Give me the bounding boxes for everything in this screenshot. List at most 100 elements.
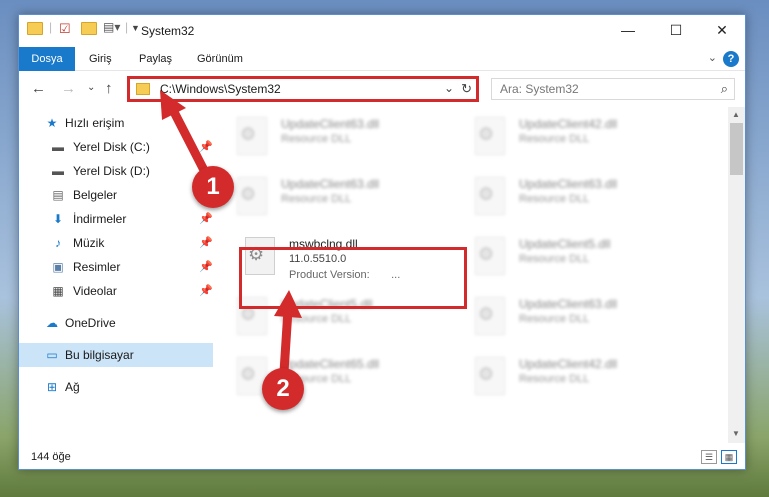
- sidebar-item-label: Hızlı erişim: [65, 116, 125, 130]
- quick-access-toolbar-icon[interactable]: ▤▾: [103, 20, 120, 34]
- file-item[interactable]: ⚙ UpdateClient42.dll Resource DLL: [469, 351, 699, 405]
- sidebar-item-label: Belgeler: [73, 188, 118, 202]
- pin-icon: 📌: [199, 237, 213, 249]
- file-name: UpdateClient63.dll: [519, 177, 618, 191]
- explorer-window: | ☑ ▤▾ | ▼ System32 — ☐ ✕ Dosya Giriş Pa…: [18, 14, 746, 470]
- scroll-down-icon[interactable]: ▼: [732, 429, 740, 438]
- new-folder-icon[interactable]: [81, 22, 97, 35]
- star-icon: ★: [46, 116, 58, 130]
- highlight-box-address: [127, 76, 479, 102]
- properties-icon[interactable]: ☑: [59, 21, 71, 37]
- sidebar-item-label: OneDrive: [65, 316, 116, 330]
- toolbar-dropdown-icon[interactable]: ▼: [131, 23, 140, 33]
- sidebar-item-quick-access[interactable]: ★ Hızlı erişim: [19, 111, 213, 135]
- file-item[interactable]: ⚙ UpdateClient63.dll Resource DLL: [469, 291, 699, 345]
- expand-ribbon-icon[interactable]: ⌄: [708, 51, 717, 64]
- sidebar-item-label: Yerel Disk (D:): [73, 164, 150, 178]
- file-type: Resource DLL: [281, 133, 352, 145]
- sidebar-item-pictures[interactable]: ▣ Resimler 📌: [19, 255, 213, 279]
- drive-icon: ▬: [52, 140, 64, 154]
- back-button[interactable]: ←: [31, 80, 46, 97]
- maximize-button[interactable]: ☐: [653, 15, 699, 45]
- pin-icon: 📌: [199, 213, 213, 225]
- search-placeholder: Ara: System32: [500, 82, 579, 96]
- separator: |: [49, 20, 53, 34]
- file-name: UpdateClient65.dll: [281, 357, 380, 371]
- file-item[interactable]: ⚙ UpdateClient5.dll Resource DLL: [469, 231, 699, 285]
- file-name: UpdateClient5.dll: [519, 237, 611, 251]
- file-type: Resource DLL: [519, 133, 590, 145]
- gear-icon: ⚙: [478, 184, 495, 204]
- sidebar-item-local-disk-c[interactable]: ▬ Yerel Disk (C:) 📌: [19, 135, 213, 159]
- file-name: UpdateClient63.dll: [519, 297, 618, 311]
- file-type: Resource DLL: [281, 193, 352, 205]
- gear-icon: ⚙: [478, 304, 495, 324]
- forward-button[interactable]: →: [61, 80, 76, 97]
- vertical-scrollbar[interactable]: ▲ ▼: [728, 107, 745, 443]
- navigation-pane: ★ Hızlı erişim ▬ Yerel Disk (C:) 📌 ▬ Yer…: [19, 111, 213, 443]
- sidebar-item-label: Bu bilgisayar: [65, 348, 134, 362]
- file-type: Resource DLL: [281, 313, 352, 325]
- sidebar-item-onedrive[interactable]: ☁ OneDrive: [19, 311, 213, 335]
- gear-icon: ⚙: [478, 124, 495, 144]
- navigation-bar: ← → ⌄ ↑ C:\Windows\System32 ⌄ ↻ Ara: Sys…: [19, 72, 745, 106]
- details-view-icon[interactable]: ☰: [701, 450, 717, 464]
- pin-icon: 📌: [199, 141, 213, 153]
- tab-gorunum[interactable]: Görünüm: [189, 47, 251, 71]
- file-name: UpdateClient42.dll: [519, 117, 618, 131]
- ribbon-tabs: Dosya Giriş Paylaş Görünüm ⌄ ?: [19, 47, 745, 71]
- sidebar-item-videos[interactable]: ▦ Videolar 📌: [19, 279, 213, 303]
- file-name: UpdateClient42.dll: [519, 357, 618, 371]
- search-icon[interactable]: ⌕: [721, 81, 728, 97]
- network-icon: ⊞: [46, 380, 58, 394]
- window-title: System32: [141, 24, 195, 38]
- sidebar-item-music[interactable]: ♪ Müzik 📌: [19, 231, 213, 255]
- sidebar-item-downloads[interactable]: ⬇ İndirmeler 📌: [19, 207, 213, 231]
- music-icon: ♪: [55, 236, 61, 250]
- scrollbar-thumb[interactable]: [730, 123, 743, 175]
- sidebar-item-documents[interactable]: ▤ Belgeler 📌: [19, 183, 213, 207]
- file-item[interactable]: ⚙ UpdateClient63.dll Resource DLL: [231, 171, 461, 225]
- file-type: Resource DLL: [519, 373, 590, 385]
- help-button[interactable]: ?: [723, 51, 739, 67]
- file-type: Resource DLL: [519, 313, 590, 325]
- sidebar-item-this-pc[interactable]: ▭ Bu bilgisayar: [19, 343, 213, 367]
- step-badge-1: 1: [192, 166, 234, 208]
- sidebar-item-network[interactable]: ⊞ Ağ: [19, 375, 213, 399]
- status-bar: 144 öğe ☰ ▦: [19, 447, 745, 469]
- file-item[interactable]: ⚙ UpdateClient63.dll Resource DLL: [231, 111, 461, 165]
- file-name: UpdateClient63.dll: [281, 117, 380, 131]
- pin-icon: 📌: [199, 285, 213, 297]
- sidebar-item-label: Müzik: [73, 236, 105, 250]
- separator: |: [125, 20, 129, 34]
- tab-giris[interactable]: Giriş: [81, 47, 120, 71]
- minimize-button[interactable]: —: [605, 15, 651, 45]
- file-item[interactable]: ⚙ UpdateClient42.dll Resource DLL: [469, 111, 699, 165]
- close-button[interactable]: ✕: [699, 15, 745, 45]
- gear-icon: ⚙: [240, 364, 257, 384]
- large-icons-view-icon[interactable]: ▦: [721, 450, 737, 464]
- scroll-up-icon[interactable]: ▲: [732, 110, 740, 119]
- download-icon: ⬇: [52, 212, 64, 226]
- search-input[interactable]: Ara: System32 ⌕: [491, 78, 735, 100]
- pin-icon: 📌: [199, 261, 213, 273]
- file-item[interactable]: ⚙ UpdateClient63.dll Resource DLL: [469, 171, 699, 225]
- up-button[interactable]: ↑: [105, 80, 113, 97]
- gear-icon: ⚙: [478, 364, 495, 384]
- recent-locations-icon[interactable]: ⌄: [87, 82, 95, 93]
- sidebar-item-label: Ağ: [65, 380, 80, 394]
- gear-icon: ⚙: [240, 184, 257, 204]
- sidebar-item-label: Videolar: [73, 284, 117, 298]
- sidebar-item-label: İndirmeler: [73, 212, 127, 226]
- cloud-icon: ☁: [46, 316, 58, 330]
- sidebar-item-local-disk-d[interactable]: ▬ Yerel Disk (D:): [19, 159, 213, 183]
- file-type: Resource DLL: [519, 253, 590, 265]
- tab-paylas[interactable]: Paylaş: [131, 47, 180, 71]
- drive-icon: ▬: [52, 164, 64, 178]
- videos-icon: ▦: [52, 284, 64, 298]
- folder-icon: [27, 22, 43, 35]
- tab-dosya[interactable]: Dosya: [19, 47, 75, 71]
- sidebar-item-label: Resimler: [73, 260, 121, 274]
- file-type: Resource DLL: [519, 193, 590, 205]
- file-name: UpdateClient63.dll: [281, 177, 380, 191]
